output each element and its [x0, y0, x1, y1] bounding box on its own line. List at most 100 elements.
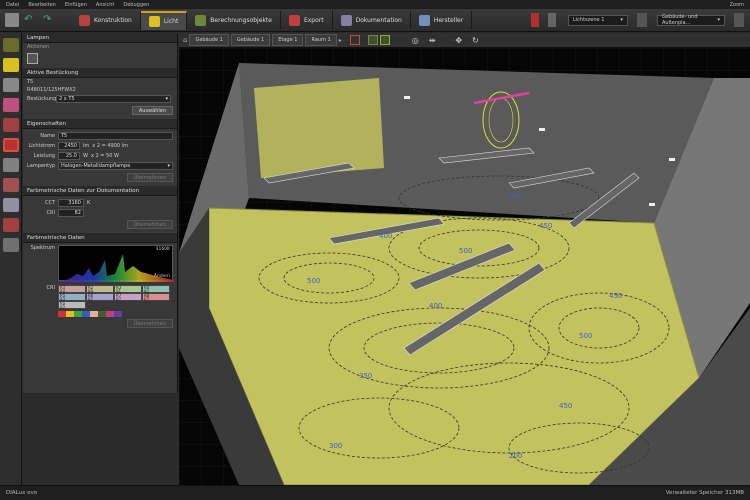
cri-grid: R1 84 R2 89 R3 91 R4 82 R5 83 R6 82 R7 87 R8 67…: [58, 285, 173, 310]
status-bar: DIALux evo Verwalteter Speicher 313MB: [0, 485, 750, 500]
viewport-toolbar: ⌂ Gebäude 1 Gebäude 1 Etage 1 Raum 1 ▸ ◎…: [179, 33, 750, 48]
isoline-label: 300: [329, 442, 342, 450]
spectrum-graph[interactable]: 3160K Ändern: [58, 245, 174, 282]
light-source-icon[interactable]: [3, 78, 19, 92]
name-input[interactable]: T5: [58, 132, 173, 140]
konstruktion-icon: [79, 14, 90, 26]
home-icon[interactable]: ⌂: [183, 36, 187, 44]
lamp-icon: [148, 15, 160, 27]
chevron-right-icon[interactable]: ▸: [339, 37, 342, 44]
menu-insert[interactable]: Einfügen: [65, 2, 87, 8]
spectrum-label: Spektrum: [30, 245, 55, 251]
light-switch-icon[interactable]: [548, 13, 556, 27]
tab-licht[interactable]: Licht: [140, 10, 188, 30]
panel-header: Lampen: [23, 33, 177, 43]
cct-label: CCT: [44, 200, 55, 206]
breadcrumb-building-1[interactable]: Gebäude 1: [189, 34, 229, 46]
power-input[interactable]: 25.0: [58, 152, 80, 160]
menu-debug[interactable]: Debuggen: [123, 2, 149, 8]
lightscene-dropdown[interactable]: Lichtszene 1 ▾: [568, 14, 628, 26]
tool-icon[interactable]: [3, 158, 19, 172]
spectrum-change[interactable]: Ändern: [154, 274, 170, 279]
monitor-icon[interactable]: [734, 13, 744, 27]
power-total: x 2 = 50 W: [90, 153, 119, 159]
lamp-code-text: R48011/125HFWX2: [27, 87, 76, 93]
save-icon[interactable]: [5, 13, 19, 27]
downlight: [669, 158, 675, 161]
downlight: [404, 96, 410, 99]
camera-icon[interactable]: ◎: [412, 36, 419, 45]
menu-zoom[interactable]: Zoom: [730, 2, 744, 8]
view-2d-icon[interactable]: [367, 35, 378, 45]
select-button[interactable]: Auswählen: [131, 106, 173, 115]
grid-icon[interactable]: [3, 238, 19, 252]
luminaire-icon[interactable]: [3, 38, 19, 52]
room-render: 500 500 450 400 350 300 200 500 450 400 …: [179, 48, 750, 485]
tab-dokumentation[interactable]: Dokumentation: [333, 10, 411, 30]
wall-calc-surface: [254, 78, 384, 178]
lamptype-select[interactable]: Halogen-Metalldampflampe ▾: [58, 162, 173, 170]
flux-total: x 2 = 4900 lm: [92, 143, 128, 149]
isoline-label: 500: [459, 247, 472, 255]
view-3d-icon[interactable]: [379, 35, 390, 45]
arrange-icon[interactable]: [3, 118, 19, 132]
tab-konstruktion[interactable]: Konstruktion: [71, 10, 141, 30]
tab-export[interactable]: Export: [281, 10, 333, 30]
floor-plane: [208, 207, 700, 485]
rotate-icon[interactable]: ↻: [472, 36, 479, 45]
apply-button-3[interactable]: Übernehmen: [126, 319, 173, 328]
menu-edit[interactable]: Bearbeiten: [28, 2, 55, 8]
chevron-down-icon: ▾: [167, 163, 170, 169]
view-dropdown[interactable]: Gebäude- und Außenpla... ▾: [657, 14, 725, 26]
downlight: [649, 203, 655, 206]
power-label: Leistung: [33, 153, 55, 159]
spectrum-cct: 3160K: [155, 247, 170, 252]
tab-hersteller[interactable]: Hersteller: [411, 10, 473, 30]
phone-icon[interactable]: [531, 13, 539, 27]
field-arrangement-icon[interactable]: [3, 138, 19, 152]
equipment-select[interactable]: 2 x T5 ▾: [56, 95, 171, 103]
menu-file[interactable]: Datei: [6, 2, 19, 8]
isoline-label: 500: [307, 277, 320, 285]
view-mode-icon[interactable]: [349, 35, 360, 45]
actions-icon[interactable]: [27, 52, 38, 64]
export-icon: [288, 14, 300, 26]
isoline-label: 350: [359, 372, 372, 380]
undo-icon[interactable]: ↶: [24, 13, 38, 27]
line-arrangement-icon[interactable]: [3, 178, 19, 192]
breadcrumb-building-2[interactable]: Gebäude 1: [230, 34, 271, 46]
cri-cell: R8 67: [142, 293, 170, 302]
power-unit: W: [83, 153, 88, 159]
move-icon[interactable]: ✥: [455, 36, 462, 45]
active-equipment-header: Aktive Bestückung: [23, 68, 177, 78]
cct-input[interactable]: 3160: [58, 199, 84, 207]
isoline-label: 350: [509, 192, 522, 200]
tab-berechnungsobjekte[interactable]: Berechnungsobjekte: [187, 10, 281, 30]
redo-icon[interactable]: ↷: [43, 13, 57, 27]
3d-viewport[interactable]: 500 500 450 400 350 300 200 500 450 400 …: [179, 48, 750, 485]
flux-input[interactable]: 2450: [58, 142, 80, 150]
cri-cell: R2 89: [86, 285, 114, 294]
cri-cell: R3 91: [114, 285, 142, 294]
cri-cell: R6 82: [86, 293, 114, 302]
downlight: [539, 128, 545, 131]
monitor-icon[interactable]: [637, 13, 647, 27]
main-toolbar: ↶ ↷ Konstruktion Licht Berechnungsobjekt…: [0, 9, 750, 32]
actions-label: Aktionen: [27, 44, 50, 50]
isoline-label: 450: [539, 222, 552, 230]
memory-status: Verwalteter Speicher 313MB: [665, 490, 744, 496]
cri-input[interactable]: 82: [58, 209, 84, 217]
measure-icon[interactable]: ⇹: [429, 36, 436, 45]
color-filter-icon[interactable]: [3, 98, 19, 112]
apply-button[interactable]: Übernehmen: [126, 173, 173, 182]
breadcrumb-room[interactable]: Raum 1: [305, 34, 337, 46]
bulb-icon[interactable]: [3, 58, 19, 72]
emergency-icon[interactable]: [3, 198, 19, 212]
room-icon[interactable]: [3, 218, 19, 232]
menu-view[interactable]: Ansicht: [96, 2, 114, 8]
manufacturer-icon: [418, 14, 430, 26]
breadcrumb-floor[interactable]: Etage 1: [272, 34, 304, 46]
isoline-label: 500: [579, 332, 592, 340]
apply-button-2[interactable]: Übernehmen: [126, 220, 173, 229]
lamp-panel: Lampen Aktionen Aktive Bestückung T5 R48…: [23, 33, 178, 393]
